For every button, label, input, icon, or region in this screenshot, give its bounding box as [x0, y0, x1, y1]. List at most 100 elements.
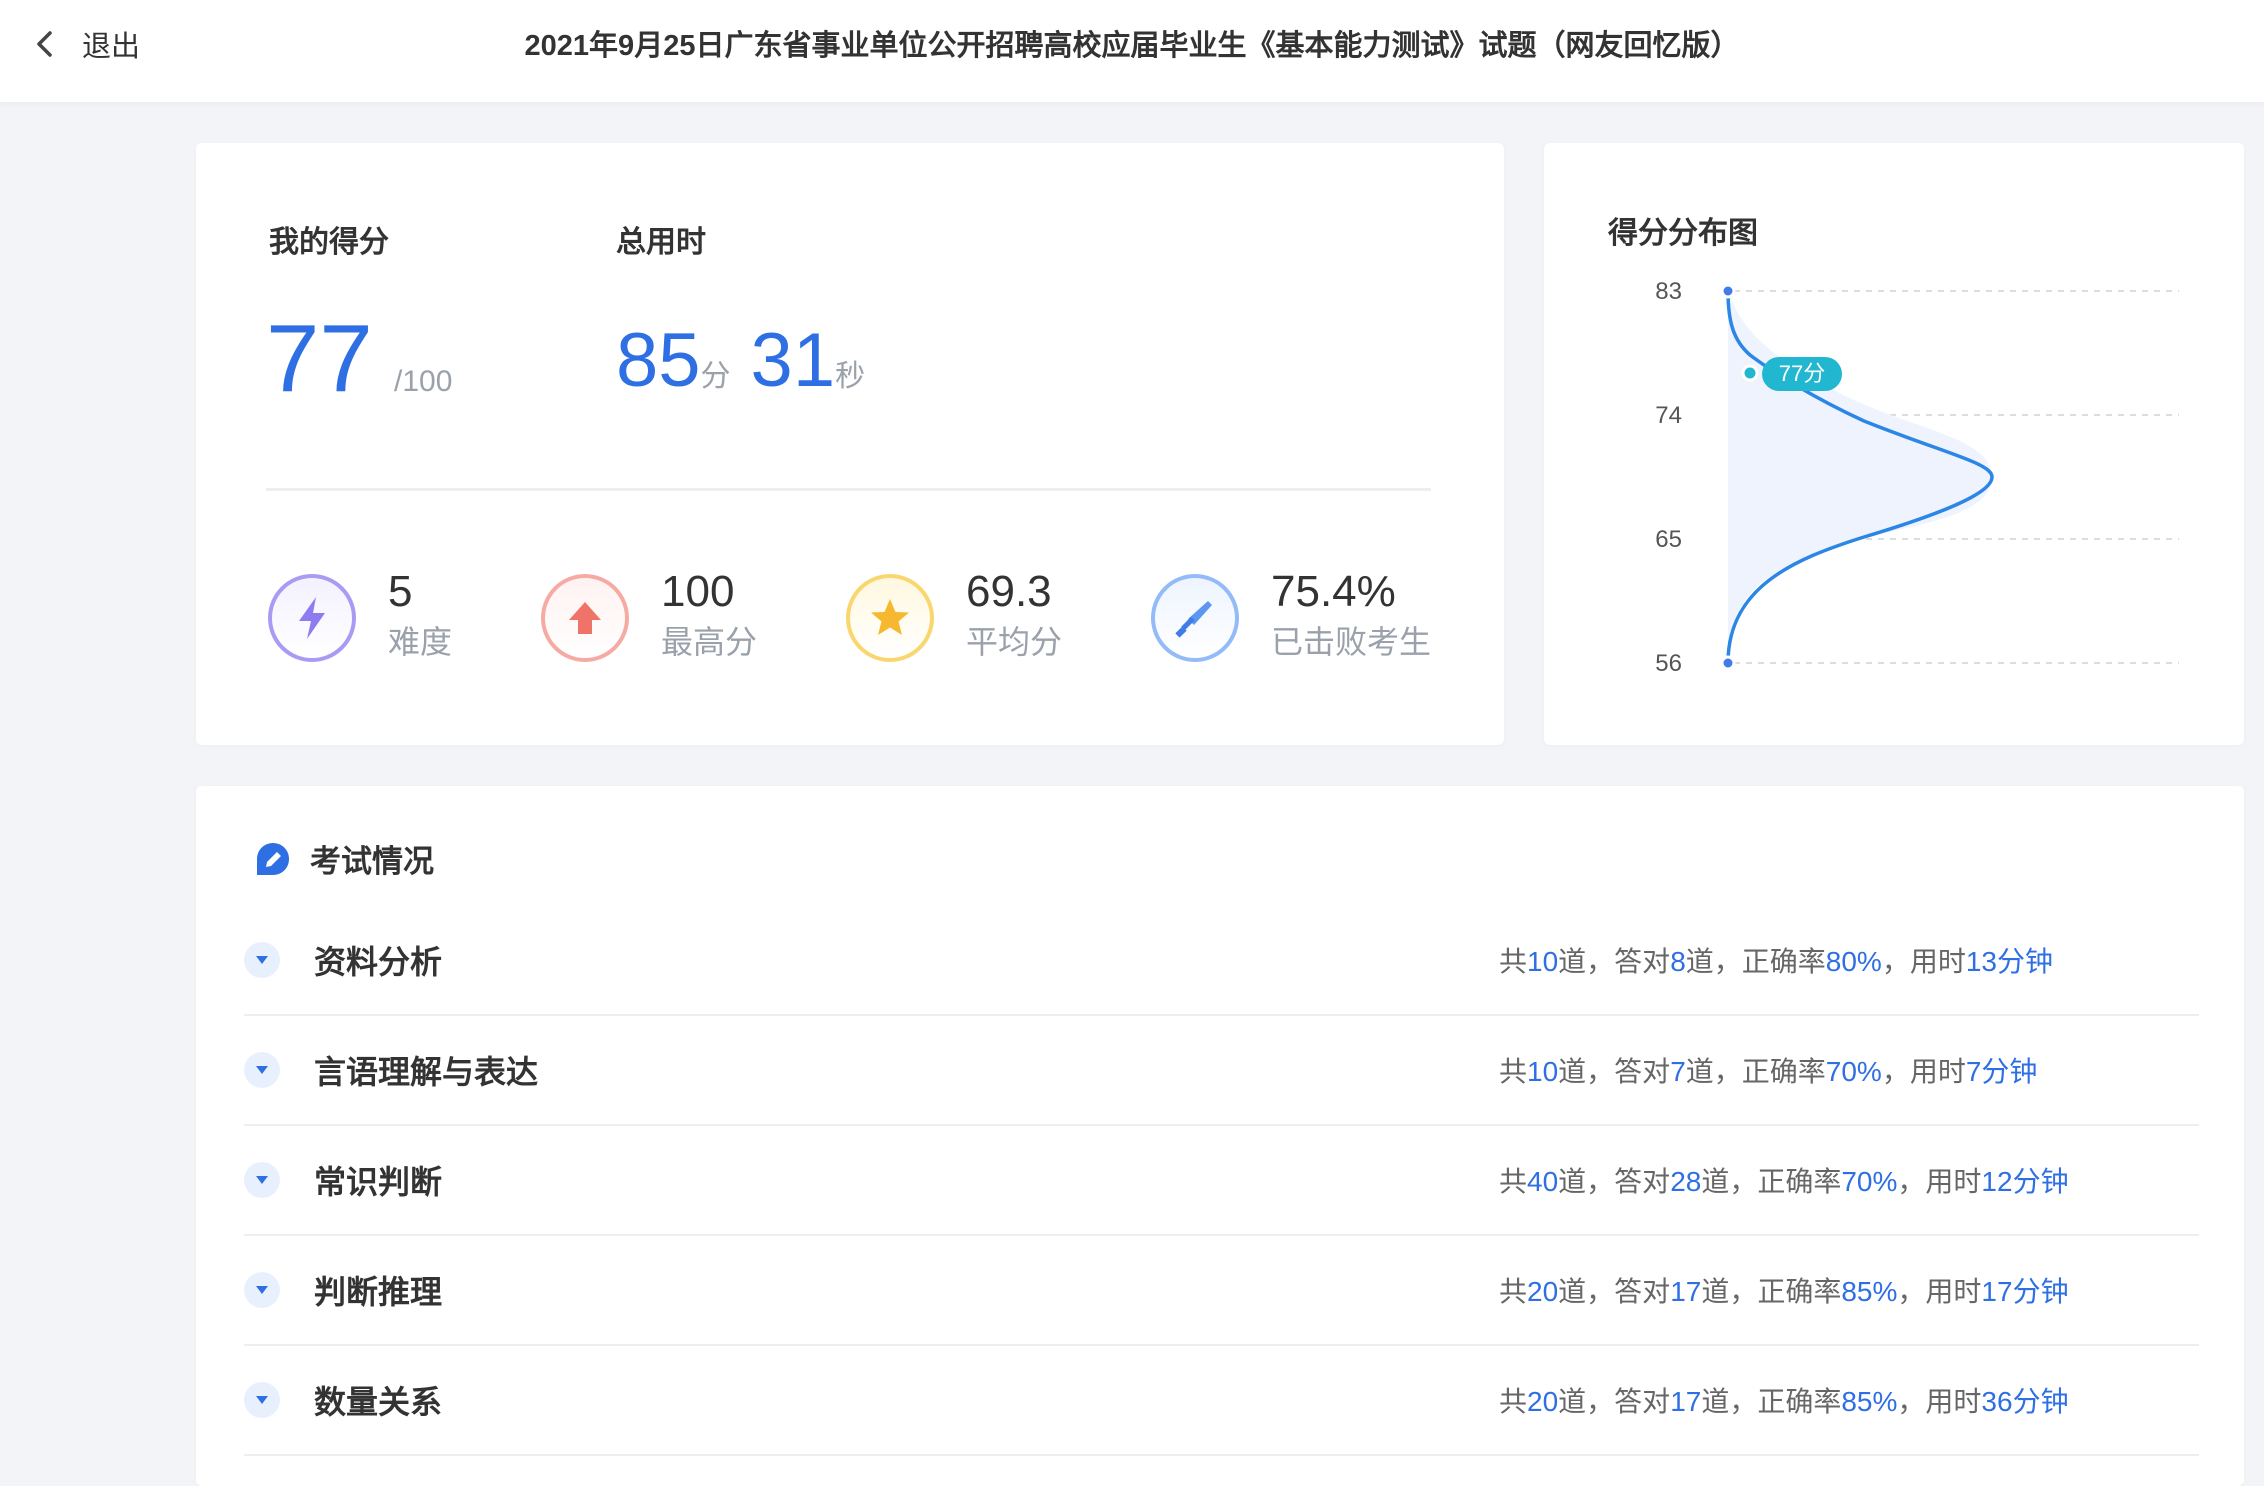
exam-section-row[interactable]: 常识判断 共40道，答对28道，正确率70%，用时12分钟	[244, 1126, 2199, 1236]
exam-header: 考试情况	[254, 836, 434, 881]
time-minutes-unit: 分	[700, 360, 731, 393]
section-name: 常识判断	[314, 1164, 443, 1200]
accuracy-rate: 70%	[1841, 1166, 1898, 1197]
my-score-label: 我的得分	[269, 226, 389, 259]
stat-text: ，用时	[1881, 946, 1966, 977]
time-seconds-unit: 秒	[835, 360, 866, 393]
my-score-tag-text: 77分	[1779, 361, 1825, 386]
stat-text: 道，答对	[1558, 946, 1671, 977]
stat-text: 道，正确率	[1701, 1276, 1842, 1307]
accuracy-rate: 85%	[1841, 1386, 1898, 1417]
average-score-label: 平均分	[966, 624, 1063, 661]
edit-icon	[257, 842, 289, 875]
time-used: 13分钟	[1965, 946, 2053, 977]
y-tick-label: 65	[1655, 526, 1682, 553]
time-used: 17分钟	[1981, 1276, 2069, 1307]
time-used: 12分钟	[1981, 1166, 2069, 1197]
correct-count: 7	[1670, 1056, 1686, 1087]
correct-count: 17	[1670, 1386, 1702, 1417]
exam-section-row[interactable]: 数量关系 共20道，答对17道，正确率85%，用时36分钟	[244, 1346, 2199, 1456]
stat-average-score: 69.3 平均分	[846, 567, 1063, 666]
top-bar: 退出 2021年9月25日广东省事业单位公开招聘高校应届毕业生《基本能力测试》试…	[0, 0, 2264, 102]
total-time: 85 分 31 秒	[616, 323, 885, 399]
stat-text: 道，答对	[1558, 1056, 1671, 1087]
my-score-tag: 77分	[1762, 357, 1842, 391]
distribution-chart: 83 74 65 56 77分	[1655, 278, 2179, 677]
exam-section-row[interactable]: 言语理解与表达 共10道，答对7道，正确率70%，用时7分钟	[244, 1016, 2199, 1126]
section-name: 数量关系	[314, 1384, 443, 1420]
y-tick-label: 83	[1655, 278, 1682, 305]
section-name: 资料分析	[314, 944, 443, 980]
average-score-value: 69.3	[966, 567, 1052, 616]
exam-title: 考试情况	[310, 844, 434, 879]
total-count: 10	[1527, 1056, 1559, 1087]
stat-text: 道，答对	[1558, 1166, 1671, 1197]
time-seconds: 31	[750, 318, 836, 403]
beaten-value: 75.4%	[1271, 567, 1396, 616]
stat-text: 共	[1499, 1166, 1528, 1197]
total-count: 20	[1527, 1276, 1559, 1307]
accuracy-rate: 70%	[1825, 1056, 1882, 1087]
total-count: 40	[1527, 1166, 1559, 1197]
section-stats: 共10道，答对7道，正确率70%，用时7分钟	[1499, 1050, 2037, 1090]
stat-text: 共	[1499, 1056, 1528, 1087]
stat-text: 道，答对	[1558, 1276, 1671, 1307]
stat-text: 道，正确率	[1685, 1056, 1826, 1087]
difficulty-value: 5	[388, 567, 413, 616]
stat-difficulty: 5 难度	[268, 567, 453, 666]
stat-highest-score: 100 最高分	[541, 567, 758, 666]
section-stats: 共10道，答对8道，正确率80%，用时13分钟	[1499, 940, 2053, 980]
stat-text: 共	[1499, 1386, 1528, 1417]
y-tick-label: 56	[1655, 650, 1682, 677]
stat-text: ，用时	[1897, 1166, 1982, 1197]
accuracy-rate: 80%	[1825, 946, 1882, 977]
total-time-label: 总用时	[616, 226, 706, 259]
caret-down-icon[interactable]	[244, 1162, 280, 1198]
arrow-up-icon	[541, 574, 629, 662]
exam-section-row[interactable]: 资料分析 共10道，答对8道，正确率80%，用时13分钟	[244, 906, 2199, 1016]
beaten-label: 已击败考生	[1271, 624, 1432, 661]
stat-beaten: 75.4% 已击败考生	[1151, 567, 1432, 666]
my-score-value: 77	[266, 305, 373, 412]
caret-down-icon[interactable]	[244, 1272, 280, 1308]
highest-score-value: 100	[661, 567, 735, 616]
score-max: /100	[394, 365, 453, 398]
stat-text: 道，正确率	[1701, 1386, 1842, 1417]
total-count: 10	[1527, 946, 1559, 977]
stat-text: 道，正确率	[1685, 946, 1826, 977]
lightning-icon	[268, 574, 356, 662]
exam-section-row[interactable]: 判断推理 共20道，答对17道，正确率85%，用时17分钟	[244, 1236, 2199, 1346]
section-name: 言语理解与表达	[314, 1054, 539, 1090]
divider	[266, 488, 1431, 491]
difficulty-label: 难度	[388, 624, 453, 661]
highest-score-label: 最高分	[661, 624, 758, 661]
my-score-point	[1741, 364, 1759, 382]
caret-down-icon[interactable]	[244, 942, 280, 978]
stat-text: 道，正确率	[1701, 1166, 1842, 1197]
correct-count: 17	[1670, 1276, 1702, 1307]
curve-start-point	[1720, 283, 1736, 299]
time-used: 7分钟	[1965, 1056, 2038, 1087]
caret-down-icon[interactable]	[244, 1052, 280, 1088]
page-title: 2021年9月25日广东省事业单位公开招聘高校应届毕业生《基本能力测试》试题（网…	[524, 30, 1740, 62]
sword-icon	[1151, 574, 1239, 662]
stat-text: 共	[1499, 1276, 1528, 1307]
stat-text: ，用时	[1897, 1386, 1982, 1417]
stat-text: 共	[1499, 946, 1528, 977]
stat-text: ，用时	[1897, 1276, 1982, 1307]
score-card: 我的得分 77 /100 总用时 85 分 31 秒 5 难度 100 最高分	[196, 143, 1504, 745]
accuracy-rate: 85%	[1841, 1276, 1898, 1307]
time-minutes: 85	[616, 318, 701, 403]
section-stats: 共20道，答对17道，正确率85%，用时36分钟	[1499, 1380, 2069, 1420]
correct-count: 28	[1670, 1166, 1702, 1197]
time-used: 36分钟	[1981, 1386, 2069, 1417]
y-tick-label: 74	[1655, 402, 1682, 429]
section-stats: 共20道，答对17道，正确率85%，用时17分钟	[1499, 1270, 2069, 1310]
stat-text: ，用时	[1881, 1056, 1966, 1087]
curve-end-point	[1720, 655, 1736, 671]
distribution-card: 得分分布图 83 74 65 56 77分	[1544, 143, 2244, 745]
section-stats: 共40道，答对28道，正确率70%，用时12分钟	[1499, 1160, 2069, 1200]
exam-card: 考试情况 资料分析 共10道，答对8道，正确率80%，用时13分钟 言语理解与表达共…	[196, 786, 2244, 1486]
caret-down-icon[interactable]	[244, 1382, 280, 1418]
correct-count: 8	[1670, 946, 1686, 977]
